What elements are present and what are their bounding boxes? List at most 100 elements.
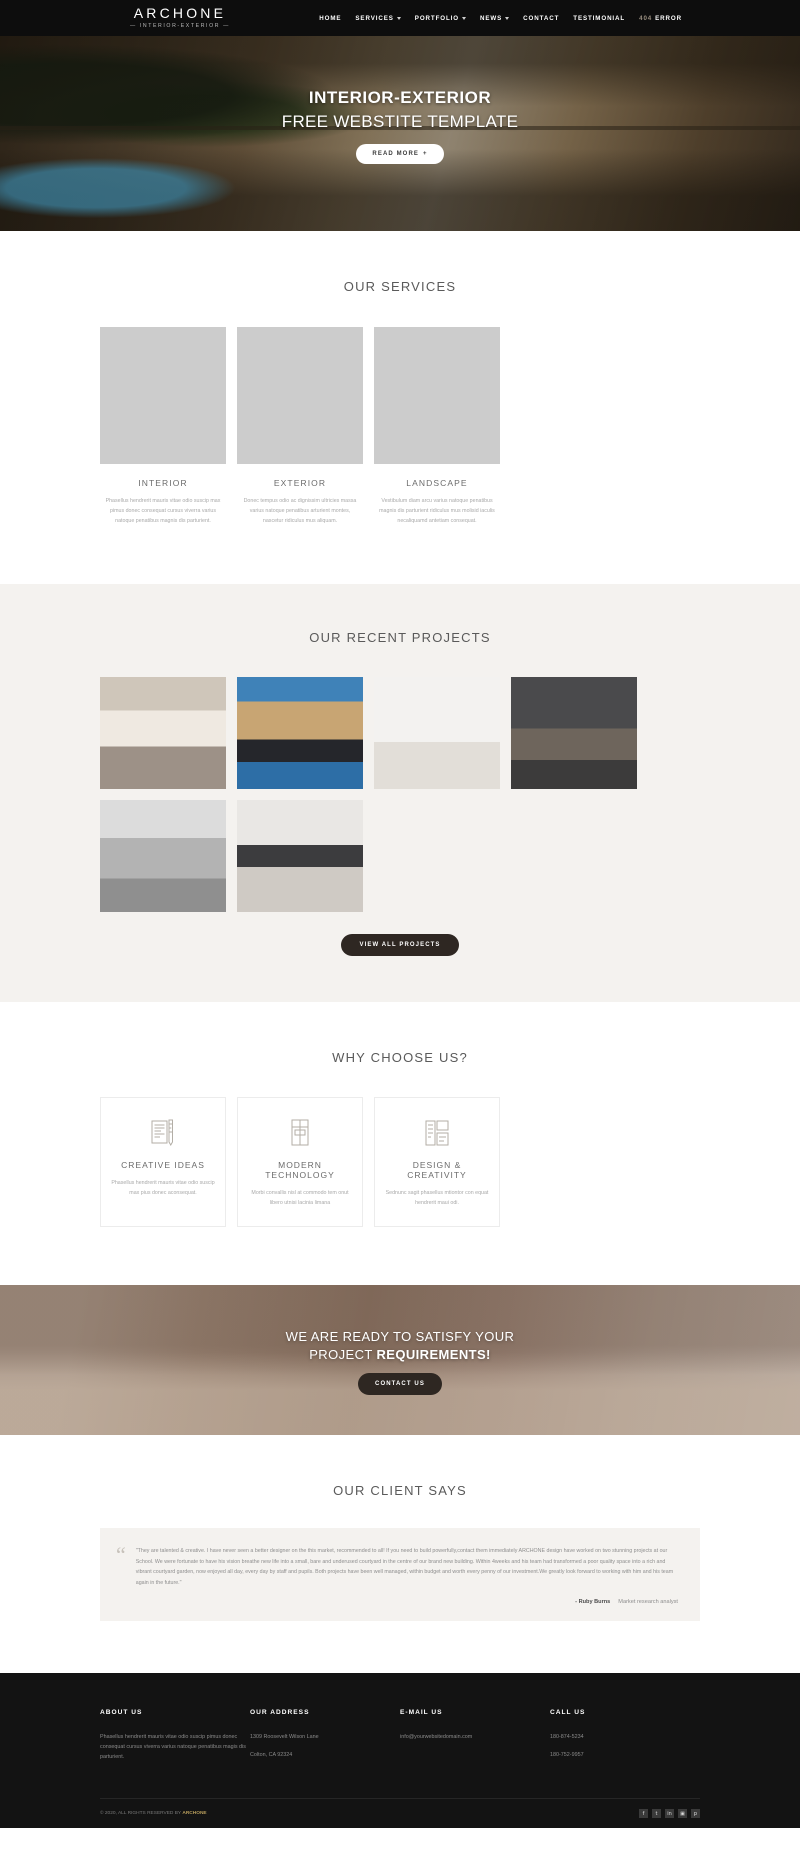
landscape-photo: [374, 327, 500, 464]
building-plan-icon: [385, 1116, 489, 1150]
cta-line-1: WE ARE READY TO SATISFY YOUR: [285, 1329, 515, 1344]
site-header: ARCHONE — INTERIOR-EXTERIOR — HOME SERVI…: [0, 0, 800, 36]
why-card[interactable]: MODERN TECHNOLOGY Morbi convallis nisl a…: [237, 1097, 363, 1227]
social-links: f t in ▣ p: [639, 1809, 700, 1818]
why-desc: Phasellus hendrerit mauris vitae odio su…: [111, 1180, 215, 1196]
service-card[interactable]: INTERIOR Phasellus hendrerit mauris vita…: [100, 327, 226, 526]
projects-grid: [100, 677, 700, 912]
main-nav: HOME SERVICES PORTFOLIO NEWS CONTACT TES…: [319, 15, 682, 22]
testimonial-title: OUR CLIENT SAYS: [333, 1483, 467, 1498]
projects-section: OUR RECENT PROJECTS VIEW ALL PROJECTS: [0, 584, 800, 1002]
cta-line-2-normal: PROJECT: [309, 1347, 377, 1362]
footer-column-about: ABOUT US Phasellus hendrerit mauris vita…: [100, 1709, 250, 1762]
footer-heading: E-MAIL US: [400, 1709, 443, 1716]
brand-tagline: — INTERIOR-EXTERIOR —: [130, 23, 230, 29]
service-desc: Donec tempus odio ac dignissim ultricies…: [243, 498, 357, 524]
footer-heading: ABOUT US: [100, 1709, 143, 1716]
nav-item-contact[interactable]: CONTACT: [523, 15, 559, 22]
hero-title-primary: INTERIOR-EXTERIOR: [308, 88, 492, 107]
testimonial-quote: "They are talented & creative. I have ne…: [135, 1548, 674, 1586]
read-more-label: READ MORE: [372, 151, 419, 157]
service-desc: Phasellus hendrerit mauris vitae odio su…: [105, 498, 221, 524]
projects-title: OUR RECENT PROJECTS: [309, 630, 491, 645]
footer-text: Phasellus hendrerit mauris vitae odio su…: [100, 1734, 246, 1760]
nav-item-404-error[interactable]: 404 ERROR: [639, 15, 682, 22]
contact-us-button[interactable]: CONTACT US: [358, 1373, 442, 1395]
project-thumb-grey-sofa[interactable]: [100, 800, 226, 912]
facebook-icon[interactable]: f: [639, 1809, 648, 1818]
brand-name: ARCHONE: [133, 5, 227, 21]
nav-label: PORTFOLIO: [414, 14, 459, 22]
project-thumb-living-room[interactable]: [100, 677, 226, 789]
nav-label: TESTIMONIAL: [573, 14, 626, 22]
why-desc: Morbi convallis nisl at commodo tem onut…: [251, 1190, 349, 1206]
why-name: CREATIVE IDEAS: [121, 1160, 205, 1170]
view-all-projects-button[interactable]: VIEW ALL PROJECTS: [341, 934, 459, 956]
interior-photo: [100, 327, 226, 464]
footer-heading: CALL US: [550, 1709, 586, 1716]
footer-heading: OUR ADDRESS: [250, 1709, 310, 1716]
instagram-icon[interactable]: ▣: [678, 1809, 687, 1818]
services-title: OUR SERVICES: [343, 279, 457, 294]
nav-label: HOME: [319, 14, 342, 22]
service-name: INTERIOR: [138, 478, 188, 488]
project-thumb-white-shelf[interactable]: [374, 677, 500, 789]
why-title: WHY CHOOSE US?: [332, 1050, 468, 1065]
why-desc: Sednunc sagit phasellus mtiontor con equ…: [385, 1190, 489, 1206]
brand-logo[interactable]: ARCHONE — INTERIOR-EXTERIOR —: [130, 6, 230, 30]
project-thumb-kitchen[interactable]: [237, 800, 363, 912]
footer-address-line-2: Colton, CA 92324: [250, 1752, 293, 1758]
why-card[interactable]: DESIGN & CREATIVITY Sednunc sagit phasel…: [374, 1097, 500, 1227]
blueprint-ruler-icon: [111, 1116, 215, 1150]
service-name: LANDSCAPE: [406, 478, 468, 488]
cta-line-2: PROJECT REQUIREMENTS!: [309, 1347, 491, 1362]
nav-label: SERVICES: [355, 14, 394, 22]
why-name: DESIGN & CREATIVITY: [407, 1160, 467, 1180]
twitter-icon[interactable]: t: [652, 1809, 661, 1818]
window-frame-icon: [248, 1116, 352, 1150]
why-cards: CREATIVE IDEAS Phasellus hendrerit mauri…: [100, 1097, 700, 1227]
project-thumb-night-villa[interactable]: [237, 677, 363, 789]
footer-email-link[interactable]: info@yourwebsitedomain.com: [400, 1732, 550, 1742]
nav-label: NEWS: [480, 14, 503, 22]
nav-item-home[interactable]: HOME: [319, 15, 341, 22]
why-name: MODERN TECHNOLOGY: [265, 1160, 335, 1180]
testimonial-author-role: Market research analyst: [618, 1599, 678, 1605]
linkedin-icon[interactable]: in: [665, 1809, 674, 1818]
services-section: OUR SERVICES INTERIOR Phasellus hendreri…: [0, 231, 800, 584]
exterior-photo: [237, 327, 363, 464]
error-label: ERROR: [655, 14, 682, 22]
footer-columns: ABOUT US Phasellus hendrerit mauris vita…: [100, 1709, 700, 1762]
footer-phone-2: 180-752-9957: [550, 1752, 584, 1758]
page-root: ARCHONE — INTERIOR-EXTERIOR — HOME SERVI…: [0, 0, 800, 1828]
nav-item-news[interactable]: NEWS: [480, 14, 510, 22]
footer-column-phone: CALL US 180-874-5234 180-752-9957: [550, 1709, 700, 1762]
chevron-down-icon: [396, 16, 401, 20]
copyright-text: © 2020, ALL RIGHTS RESERVED BY: [100, 1811, 183, 1816]
hero-banner: INTERIOR-EXTERIOR FREE WEBSTITE TEMPLATE…: [0, 36, 800, 231]
copyright: © 2020, ALL RIGHTS RESERVED BY ARCHONE: [100, 1811, 207, 1816]
nav-item-testimonial[interactable]: TESTIMONIAL: [573, 15, 625, 22]
service-card[interactable]: LANDSCAPE Vestibulum diam arcu varius na…: [374, 327, 500, 526]
nav-item-portfolio[interactable]: PORTFOLIO: [415, 15, 466, 22]
service-card[interactable]: EXTERIOR Donec tempus odio ac dignissim …: [237, 327, 363, 526]
why-choose-us-section: WHY CHOOSE US? CREATIVE IDEAS Phasellus …: [0, 1002, 800, 1285]
footer-phone-1: 180-874-5234: [550, 1734, 584, 1740]
read-more-button[interactable]: READ MORE +: [356, 144, 444, 164]
why-card[interactable]: CREATIVE IDEAS Phasellus hendrerit mauri…: [100, 1097, 226, 1227]
project-thumb-bathroom[interactable]: [511, 677, 637, 789]
chevron-down-icon: [462, 16, 466, 20]
footer-column-email: E-MAIL US info@yourwebsitedomain.com: [400, 1709, 550, 1762]
service-desc: Vestibulum diam arcu varius natoque pena…: [379, 498, 495, 524]
service-name: EXTERIOR: [273, 478, 327, 488]
cta-line-2-bold: REQUIREMENTS!: [376, 1347, 491, 1362]
testimonial-section: OUR CLIENT SAYS “ "They are talented & c…: [0, 1435, 800, 1673]
services-cards: INTERIOR Phasellus hendrerit mauris vita…: [100, 327, 700, 526]
cta-banner: WE ARE READY TO SATISFY YOUR PROJECT REQ…: [0, 1285, 800, 1435]
nav-item-services[interactable]: SERVICES: [355, 14, 401, 22]
hero-title-secondary: FREE WEBSTITE TEMPLATE: [281, 112, 519, 131]
pinterest-icon[interactable]: p: [691, 1809, 700, 1818]
nav-label: CONTACT: [523, 14, 560, 22]
footer-bottom-bar: © 2020, ALL RIGHTS RESERVED BY ARCHONE f…: [100, 1798, 700, 1828]
testimonial-author-row: - Ruby Burns Market research analyst: [136, 1599, 678, 1605]
